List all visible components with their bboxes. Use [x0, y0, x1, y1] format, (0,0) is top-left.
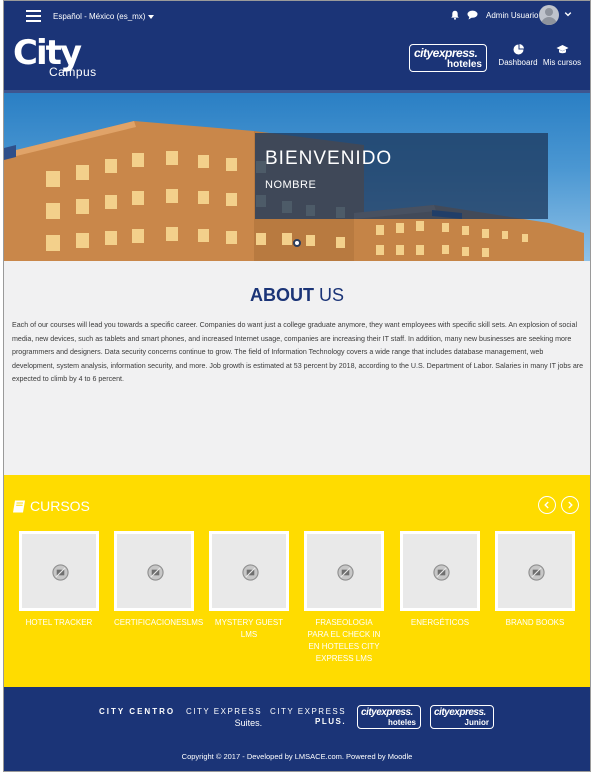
chevron-right-icon [568, 501, 573, 509]
city-express-suites-logo: CITY EXPRESS Suites. [186, 707, 263, 728]
course-card[interactable]: MYSTERY GUEST LMS [209, 531, 289, 641]
bell-icon[interactable] [450, 10, 460, 20]
course-thumbnail [495, 531, 575, 611]
course-title: FRASEOLOGIA PARA EL CHECK IN EN HOTELES … [307, 618, 381, 663]
course-card[interactable]: FRASEOLOGIA PARA EL CHECK IN EN HOTELES … [304, 531, 384, 665]
no-image-icon [147, 564, 164, 581]
course-title: HOTEL TRACKER [25, 618, 93, 627]
carousel-next-button[interactable] [561, 496, 579, 514]
nav-dashboard-label: Dashboard [498, 58, 538, 67]
course-thumbnail [400, 531, 480, 611]
course-card[interactable]: CERTIFICACIONESLMS [114, 531, 204, 629]
city-express-plus-logo: CITY EXPRESS PLUS. [270, 707, 347, 726]
course-thumbnail [114, 531, 194, 611]
book-icon [13, 500, 25, 513]
copyright-text: Copyright © 2017 - Developed by LMSACE.c… [181, 752, 413, 761]
user-name[interactable]: Admin Usuario [486, 11, 538, 20]
nav-my-courses[interactable]: Mis cursos [542, 44, 582, 67]
site-header: City Campus cityexpress. hoteles Dashboa… [4, 31, 590, 93]
course-thumbnail [209, 531, 289, 611]
course-card[interactable]: BRAND BOOKS [495, 531, 575, 629]
hero-slider: BIENVENIDO NOMBRE [4, 93, 590, 261]
cityexpress-hoteles-logo: cityexpress. hoteles [409, 44, 487, 72]
city-centro-logo: CITY CENTRO [99, 707, 176, 716]
welcome-caption: BIENVENIDO NOMBRE [255, 133, 548, 219]
language-selector[interactable]: Español - México (es_mx) [53, 12, 155, 21]
course-title: CERTIFICACIONESLMS [114, 618, 204, 627]
course-title: MYSTERY GUEST LMS [214, 618, 284, 639]
top-bar: Español - México (es_mx) Admin Usuario [4, 1, 590, 31]
course-thumbnail [19, 531, 99, 611]
language-label: Español - México (es_mx) [53, 12, 146, 21]
no-image-icon [242, 564, 259, 581]
caret-down-icon [148, 14, 155, 19]
course-card[interactable]: ENERGÉTICOS [400, 531, 480, 629]
chevron-down-icon[interactable] [564, 10, 572, 18]
nav-my-courses-label: Mis cursos [542, 58, 582, 67]
welcome-subtitle: NOMBRE [265, 179, 317, 191]
course-thumbnail [304, 531, 384, 611]
dashboard-icon [513, 44, 524, 55]
nav-dashboard[interactable]: Dashboard [498, 44, 538, 67]
cityexpress-hoteles-footer-logo: cityexpress. hoteles [357, 705, 421, 729]
course-title: BRAND BOOKS [505, 618, 565, 627]
course-title: ENERGÉTICOS [410, 618, 470, 627]
courses-heading: CURSOS [12, 498, 90, 514]
slider-indicator[interactable] [293, 239, 301, 247]
no-image-icon [528, 564, 545, 581]
no-image-icon [337, 564, 354, 581]
welcome-title: BIENVENIDO [265, 148, 393, 169]
page: Español - México (es_mx) Admin Usuario C… [3, 0, 591, 772]
about-heading: ABOUT US [249, 285, 344, 305]
course-card[interactable]: HOTEL TRACKER [19, 531, 99, 629]
carousel-prev-button[interactable] [538, 496, 556, 514]
city-campus-logo[interactable]: City Campus [13, 33, 96, 81]
no-image-icon [433, 564, 450, 581]
chat-icon[interactable] [467, 10, 478, 20]
courses-section: CURSOS HOTEL TRACKER CERTIFICACIONESLMS … [4, 475, 590, 687]
about-section: ABOUT US Each of our courses will lead y… [4, 261, 590, 475]
menu-icon[interactable] [26, 10, 41, 22]
graduation-cap-icon [556, 45, 568, 54]
chevron-left-icon [544, 501, 549, 509]
about-text: Each of our courses will lead you toward… [12, 321, 584, 383]
no-image-icon [52, 564, 69, 581]
avatar[interactable] [539, 5, 559, 25]
cityexpress-junior-logo: cityexpress. Junior [430, 705, 494, 729]
site-footer: CITY CENTRO CITY EXPRESS Suites. CITY EX… [4, 687, 590, 771]
